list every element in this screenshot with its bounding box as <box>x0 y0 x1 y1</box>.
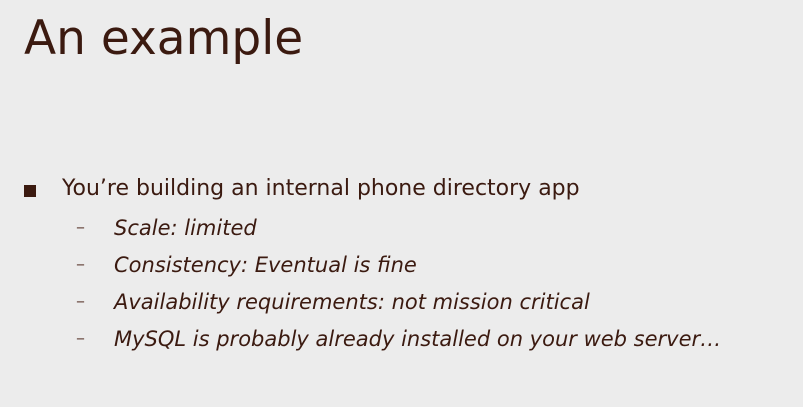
sub-bullet-item: – MySQL is probably already installed on… <box>24 320 794 357</box>
bullet-item: You’re building an internal phone direct… <box>24 172 794 205</box>
bullet-list: You’re building an internal phone direct… <box>24 172 794 357</box>
bullet-text: You’re building an internal phone direct… <box>62 176 580 201</box>
dash-icon: – <box>76 217 85 238</box>
dash-icon: – <box>76 328 85 349</box>
sub-bullet-text: MySQL is probably already installed on y… <box>114 326 722 351</box>
slide-title: An example <box>24 11 304 66</box>
sub-bullet-text: Consistency: Eventual is fine <box>114 252 417 277</box>
dash-icon: – <box>76 291 85 312</box>
slide: An example You’re building an internal p… <box>0 0 803 407</box>
square-bullet-icon <box>24 184 36 197</box>
sub-bullet-list: – Scale: limited – Consistency: Eventual… <box>24 209 794 357</box>
sub-bullet-item: – Scale: limited <box>24 209 794 246</box>
sub-bullet-text: Availability requirements: not mission c… <box>114 289 590 314</box>
dash-icon: – <box>76 254 85 275</box>
sub-bullet-item: – Availability requirements: not mission… <box>24 283 794 320</box>
sub-bullet-text: Scale: limited <box>114 215 257 240</box>
sub-bullet-item: – Consistency: Eventual is fine <box>24 246 794 283</box>
